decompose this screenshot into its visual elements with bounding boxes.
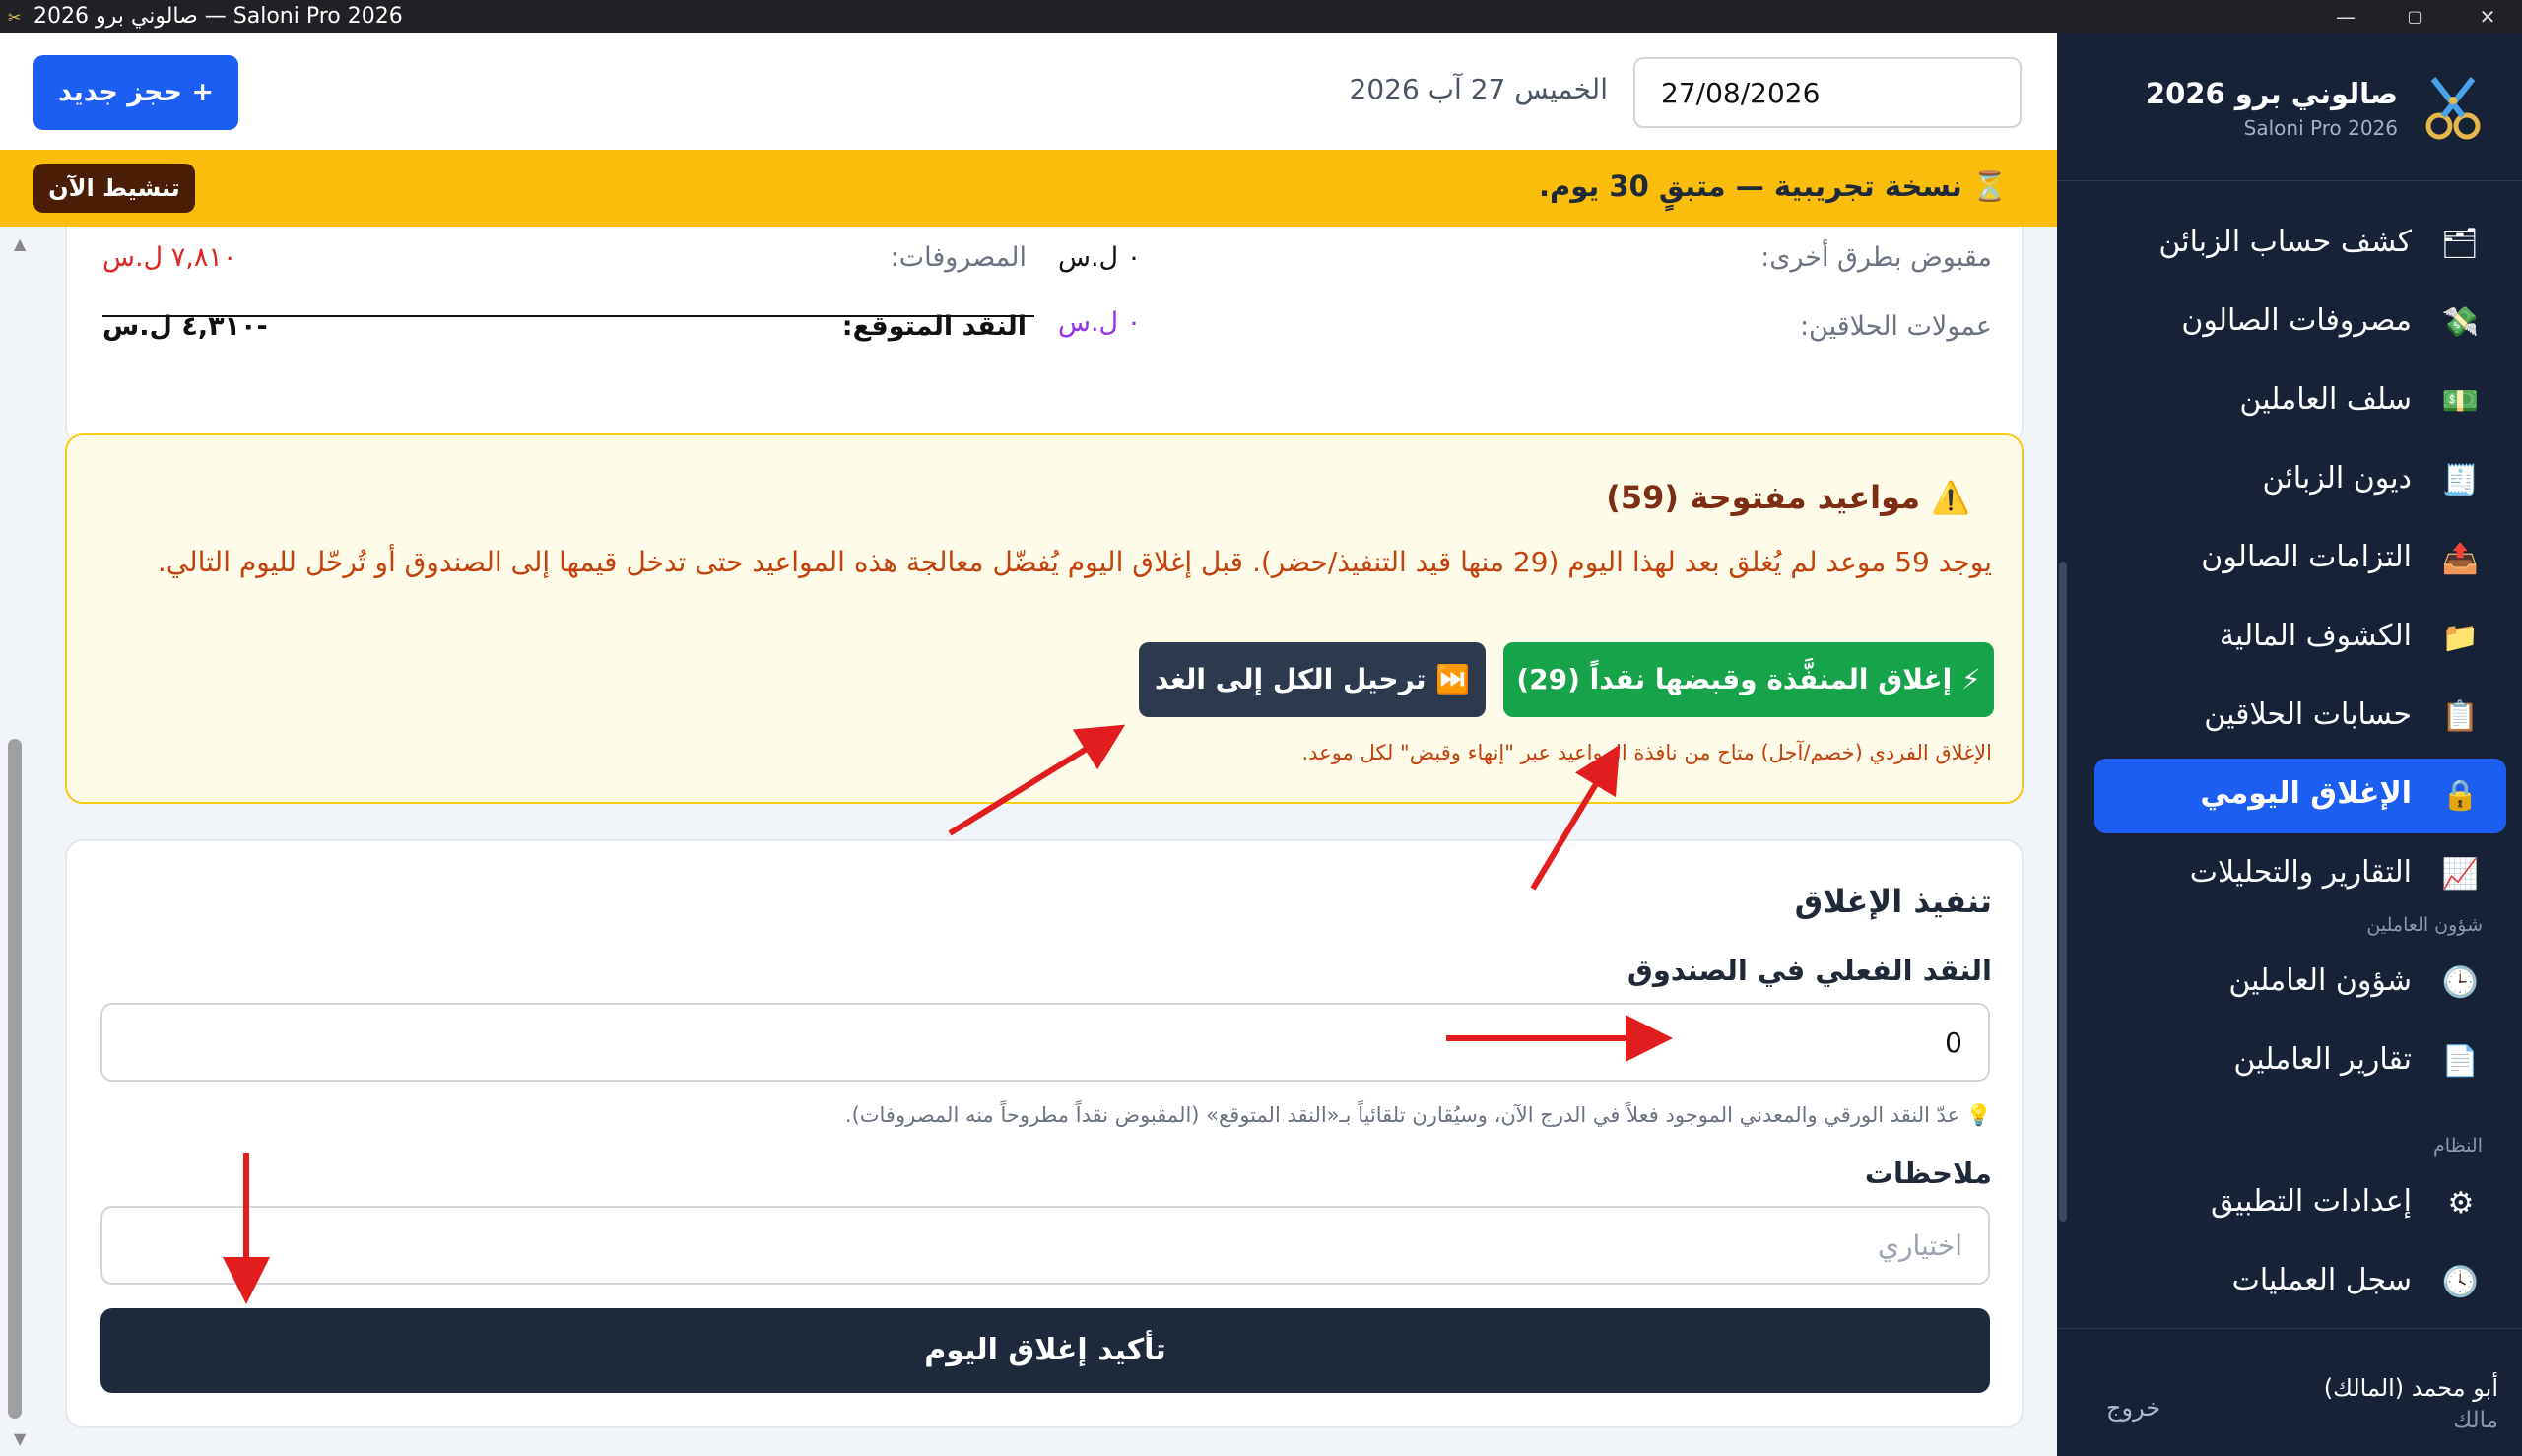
folder-open-icon: 📁 bbox=[2441, 621, 2479, 655]
sidebar-item-salon-expenses[interactable]: 💸 مصروفات الصالون bbox=[2094, 286, 2506, 361]
sidebar-item-label: التقارير والتحليلات bbox=[2189, 855, 2412, 890]
activate-now-button[interactable]: تنشيط الآن bbox=[33, 164, 195, 213]
actual-cash-label: النقد الفعلي في الصندوق bbox=[1626, 954, 1992, 987]
sidebar-item-barber-accounts[interactable]: 📋 حسابات الحلاقين bbox=[2094, 680, 2506, 755]
trial-message: ⏳ نسخة تجريبية — متبقٍ 30 يوم. bbox=[1538, 169, 2008, 203]
sidebar-item-staff-advances[interactable]: 💵 سلف العاملين bbox=[2094, 364, 2506, 439]
sidebar-item-label: تقارير العاملين bbox=[2233, 1042, 2412, 1077]
sidebar-item-customer-statement[interactable]: 🗂 كشف حساب الزبائن bbox=[2094, 207, 2506, 282]
document-icon: 📄 bbox=[2441, 1044, 2479, 1079]
sidebar-item-staff-affairs[interactable]: 🕒 شؤون العاملين bbox=[2094, 946, 2506, 1021]
confirm-close-day-button[interactable]: تأكيد إغلاق اليوم bbox=[100, 1308, 1990, 1393]
history-clock-icon: 🕓 bbox=[2441, 1265, 2479, 1299]
other-methods-value: ٠ ل.س bbox=[1058, 242, 1142, 273]
sidebar-item-label: مصروفات الصالون bbox=[2181, 303, 2412, 338]
lock-icon: 🔒 bbox=[2441, 778, 2479, 813]
sidebar-item-label: سجل العمليات bbox=[2231, 1263, 2412, 1297]
sidebar-item-daily-closing[interactable]: 🔒 الإغلاق اليومي bbox=[2094, 759, 2506, 833]
barber-commissions-value: ٠ ل.س bbox=[1058, 307, 1142, 338]
close-window-button[interactable]: ✕ bbox=[2453, 0, 2522, 33]
summary-card: مقبوض بطرق أخرى: ٠ ل.س عمولات الحلاقين: … bbox=[65, 227, 2024, 445]
section-staff-affairs: شؤون العاملين bbox=[2366, 914, 2483, 936]
barber-commissions-label: عمولات الحلاقين: bbox=[1799, 311, 1992, 342]
window-title: صالوني برو 2026 — Saloni Pro 2026 bbox=[33, 4, 403, 29]
main-content: ▲ ▼ مقبوض بطرق أخرى: ٠ ل.س عمولات الحلاق… bbox=[0, 227, 2057, 1456]
scroll-down-arrow-icon[interactable]: ▼ bbox=[14, 1429, 26, 1448]
brand-header: صالوني برو 2026 Saloni Pro 2026 bbox=[2057, 33, 2522, 181]
gear-icon: ⚙ bbox=[2447, 1186, 2475, 1221]
sidebar-scrollbar[interactable] bbox=[2059, 562, 2067, 1222]
carry-all-tomorrow-button[interactable]: ⏭️ ترحيل الكل إلى الغد bbox=[1139, 642, 1486, 717]
open-appointments-message: يوجد 59 موعد لم يُغلق بعد لهذا اليوم (29… bbox=[157, 546, 1992, 578]
brand-name: صالوني برو 2026 bbox=[2145, 77, 2398, 110]
open-appointments-alert: ⚠️ مواعيد مفتوحة (59) يوجد 59 موعد لم يُ… bbox=[65, 433, 2024, 804]
sidebar: صالوني برو 2026 Saloni Pro 2026 🗂 كشف حس… bbox=[2057, 33, 2522, 1456]
notes-label: ملاحظات bbox=[1864, 1157, 1992, 1190]
money-wings-icon: 💸 bbox=[2441, 305, 2479, 340]
sidebar-item-label: التزامات الصالون bbox=[2201, 540, 2412, 574]
sidebar-item-financial-statements[interactable]: 📁 الكشوف المالية bbox=[2094, 601, 2506, 676]
sidebar-item-reports-analytics[interactable]: 📈 التقارير والتحليلات bbox=[2094, 837, 2506, 912]
sidebar-item-label: الكشوف المالية bbox=[2219, 619, 2412, 653]
top-header: + حجز جديد الخميس 27 آب 2026 bbox=[0, 33, 2057, 150]
open-appointments-title: ⚠️ مواعيد مفتوحة (59) bbox=[1606, 479, 1970, 516]
other-methods-label: مقبوض بطرق أخرى: bbox=[1760, 242, 1992, 273]
brand-subtitle: Saloni Pro 2026 bbox=[2243, 116, 2398, 140]
clock-icon: 🕒 bbox=[2441, 965, 2479, 1000]
closing-title: تنفيذ الإغلاق bbox=[1794, 883, 1992, 920]
scroll-up-arrow-icon[interactable]: ▲ bbox=[14, 234, 26, 253]
closing-execution-card: تنفيذ الإغلاق النقد الفعلي في الصندوق 💡 … bbox=[65, 839, 2024, 1428]
sidebar-item-label: ديون الزبائن bbox=[2262, 461, 2412, 496]
cash-count-hint: 💡 عدّ النقد الورقي والمعدني الموجود فعلا… bbox=[844, 1103, 1992, 1127]
expenses-value: ٧,٨١٠ ل.س bbox=[102, 242, 237, 273]
sidebar-item-label: الإغلاق اليومي bbox=[2200, 776, 2412, 811]
sidebar-item-customer-debts[interactable]: 🧾 ديون الزبائن bbox=[2094, 443, 2506, 518]
new-booking-button[interactable]: + حجز جديد bbox=[33, 55, 238, 130]
app-icon: ✂ bbox=[8, 8, 22, 27]
receipt-icon: 🧾 bbox=[2441, 463, 2479, 497]
date-picker-input[interactable] bbox=[1633, 57, 2022, 128]
sidebar-item-activity-log[interactable]: 🕓 سجل العمليات bbox=[2094, 1245, 2506, 1320]
individual-close-note: الإغلاق الفردي (خصم/آجل) متاح من نافذة ا… bbox=[1301, 741, 1992, 764]
clipboard-icon: 📋 bbox=[2441, 699, 2479, 734]
outbox-icon: 📤 bbox=[2441, 542, 2479, 576]
user-panel: أبو محمد (المالك) مالك خروج bbox=[2057, 1328, 2522, 1456]
chart-increasing-icon: 📈 bbox=[2441, 857, 2479, 892]
sidebar-item-label: سلف العاملين bbox=[2239, 382, 2412, 417]
expected-cash-value: -٤,٣١٠ ل.س bbox=[102, 311, 268, 342]
expected-cash-label: النقد المتوقع: bbox=[841, 311, 1027, 342]
window-titlebar: ✂ صالوني برو 2026 — Saloni Pro 2026 — ▢ … bbox=[0, 0, 2522, 33]
logout-button[interactable]: خروج bbox=[2106, 1394, 2160, 1422]
close-completed-paid-button[interactable]: ⚡ إغلاق المنفَّذة وقبضها نقداً (29) bbox=[1503, 642, 1994, 717]
sidebar-item-label: كشف حساب الزبائن bbox=[2158, 225, 2412, 259]
sidebar-item-label: إعدادات التطبيق bbox=[2210, 1184, 2412, 1219]
notes-input[interactable] bbox=[100, 1206, 1990, 1285]
sidebar-item-salon-obligations[interactable]: 📤 التزامات الصالون bbox=[2094, 522, 2506, 597]
scissors-logo-icon bbox=[2425, 77, 2481, 140]
minimize-button[interactable]: — bbox=[2311, 0, 2380, 33]
maximize-button[interactable]: ▢ bbox=[2380, 0, 2449, 33]
user-name: أبو محمد (المالك) bbox=[2323, 1374, 2498, 1402]
trial-banner: تنشيط الآن ⏳ نسخة تجريبية — متبقٍ 30 يوم… bbox=[0, 150, 2057, 227]
scrollbar-thumb[interactable] bbox=[8, 739, 22, 1419]
sidebar-item-app-settings[interactable]: ⚙ إعدادات التطبيق bbox=[2094, 1166, 2506, 1241]
expenses-label: المصروفات: bbox=[890, 242, 1027, 273]
banknote-icon: 💵 bbox=[2441, 384, 2479, 419]
actual-cash-input[interactable] bbox=[100, 1003, 1990, 1082]
sidebar-item-label: شؤون العاملين bbox=[2228, 963, 2412, 998]
sidebar-item-staff-reports[interactable]: 📄 تقارير العاملين bbox=[2094, 1025, 2506, 1099]
user-role: مالك bbox=[2453, 1408, 2498, 1433]
section-system: النظام bbox=[2433, 1135, 2483, 1157]
folder-icon: 🗂 bbox=[2440, 227, 2479, 261]
sidebar-item-label: حسابات الحلاقين bbox=[2204, 697, 2412, 732]
current-date-text: الخميس 27 آب 2026 bbox=[1349, 73, 1608, 105]
